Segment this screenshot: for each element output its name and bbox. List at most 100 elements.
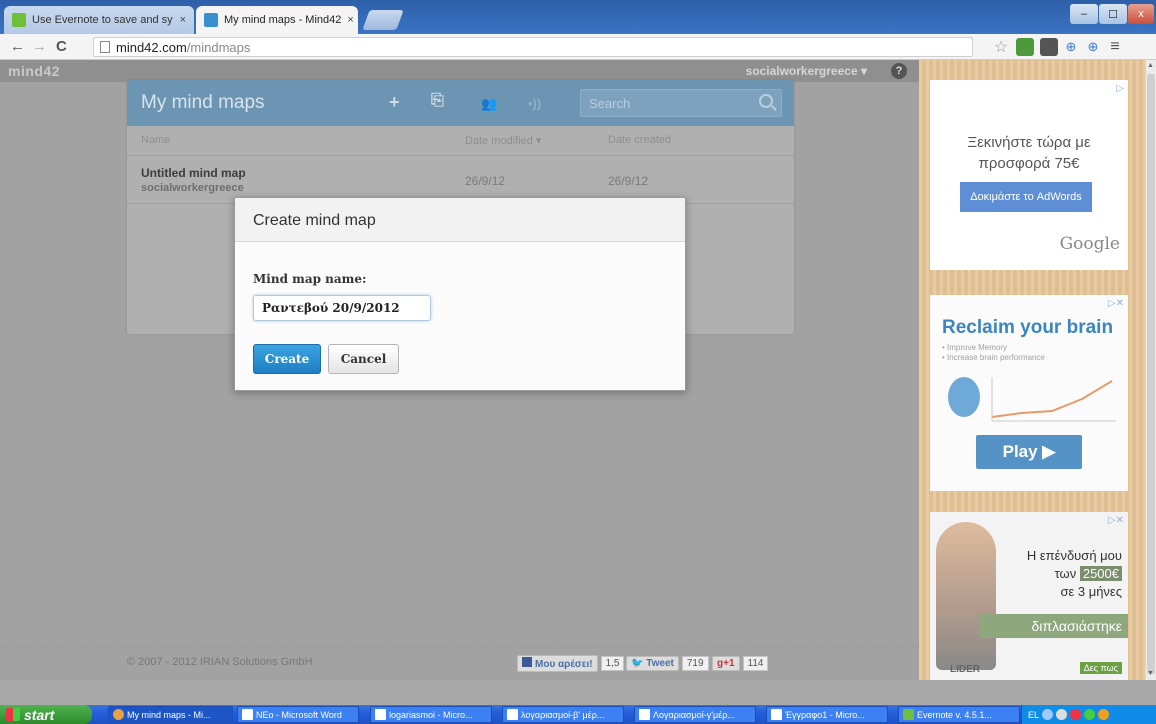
- gplus-button[interactable]: g+1: [712, 655, 740, 671]
- search-icon[interactable]: [759, 94, 773, 108]
- user-menu[interactable]: socialworkergreece ▾: [746, 64, 867, 78]
- address-bar: ← → C mind42.com/mindmaps ☆ ⊕ ⊕ ≡: [0, 34, 1156, 60]
- ad-bullet: • Improve Memory: [942, 343, 1008, 352]
- task-label: Έγγραφο1 - Micro...: [785, 709, 865, 720]
- menu-icon[interactable]: ≡: [1106, 38, 1124, 56]
- word-icon: [771, 709, 782, 720]
- dialog-title: Create mind map: [253, 212, 376, 229]
- try-adwords-button[interactable]: Δοκιμάστε το AdWords: [960, 182, 1092, 212]
- tab-close-icon[interactable]: ×: [180, 14, 186, 26]
- scroll-thumb[interactable]: [1147, 74, 1155, 674]
- gplus-count: 114: [742, 655, 769, 671]
- ad-choices-icon[interactable]: ▷✕: [1108, 515, 1124, 526]
- taskbar-item[interactable]: λογαριασμοί-β' μέρ...: [502, 706, 624, 723]
- chrome-icon: [113, 709, 124, 720]
- maximize-button[interactable]: ☐: [1099, 4, 1127, 24]
- forward-icon[interactable]: →: [32, 38, 47, 55]
- evernote-favicon-icon: [12, 13, 26, 27]
- clipper-extension-icon[interactable]: [1040, 38, 1058, 56]
- facebook-like-button[interactable]: Μου αρέσει!: [517, 654, 598, 672]
- investment-ad[interactable]: ▷✕ Η επένδυσή μου των 2500€ σε 3 μήνες δ…: [930, 512, 1128, 680]
- taskbar-item[interactable]: Evernote v. 4.5.1...: [898, 706, 1020, 723]
- column-headers: Name Date modified ▾ Date created: [127, 126, 794, 156]
- windows-logo-icon: [6, 708, 20, 721]
- like-label: Μου αρέσει!: [535, 658, 593, 670]
- url-field[interactable]: mind42.com/mindmaps: [93, 37, 973, 57]
- mind-map-name-input[interactable]: [253, 295, 431, 321]
- reload-icon[interactable]: C: [56, 38, 67, 55]
- chart-line: [991, 380, 1113, 418]
- language-indicator[interactable]: EL: [1028, 710, 1039, 720]
- word-icon: [242, 709, 253, 720]
- tray-app-icon[interactable]: [1084, 709, 1096, 720]
- bookmark-star-icon[interactable]: ☆: [992, 38, 1010, 56]
- panel-header: My mind maps + ⎘ 👥 •)): [127, 80, 794, 126]
- mind-map-name-label: Mind map name:: [253, 272, 367, 286]
- ad-choices-icon[interactable]: ▷: [1116, 83, 1124, 94]
- map-date-modified: 26/9/12: [465, 174, 506, 188]
- taskbar-item[interactable]: logariasmoi - Micro...: [370, 706, 492, 723]
- taskbar-item[interactable]: NEo - Microsoft Word: [237, 706, 359, 723]
- start-button[interactable]: start: [0, 705, 92, 724]
- help-icon[interactable]: ?: [891, 63, 907, 79]
- tab-evernote[interactable]: Use Evernote to save and sy ×: [4, 6, 194, 34]
- tray-app-icon[interactable]: [1098, 709, 1110, 720]
- facebook-icon: [522, 656, 532, 667]
- back-icon[interactable]: ←: [10, 38, 25, 55]
- share-icon[interactable]: 👥: [481, 96, 497, 112]
- cancel-button[interactable]: Cancel: [328, 344, 399, 374]
- copyright-text: © 2007 - 2012 IRIAN Solutions GmbH: [127, 656, 313, 668]
- column-date-modified[interactable]: Date modified ▾: [465, 134, 541, 147]
- tweet-widget[interactable]: 🐦 Tweet 719: [626, 654, 709, 672]
- play-button[interactable]: Play ▶: [976, 435, 1082, 469]
- tab-label: Use Evernote to save and sy: [32, 14, 173, 26]
- ad-bullet: • Increase brain performance: [942, 353, 1045, 362]
- facebook-like-widget[interactable]: Μου αρέσει! 1,5: [517, 654, 625, 672]
- word-icon: [375, 709, 386, 720]
- tab-mind42[interactable]: My mind maps - Mind42 ×: [196, 6, 358, 34]
- import-icon[interactable]: ⎘: [431, 92, 444, 110]
- page-icon: [100, 41, 110, 53]
- lider-logo: LIDER: [950, 664, 980, 675]
- brain-game-ad[interactable]: ▷✕ Reclaim your brain • Improve Memory •…: [930, 295, 1128, 491]
- close-window-button[interactable]: x: [1128, 4, 1154, 24]
- scroll-up-icon[interactable]: ▲: [1147, 62, 1154, 69]
- evernote-extension-icon[interactable]: [1016, 38, 1034, 56]
- broadcast-icon[interactable]: •)): [528, 96, 541, 111]
- tab-close-icon[interactable]: ×: [347, 14, 353, 26]
- network-icon[interactable]: [1042, 709, 1054, 720]
- adwords-ad[interactable]: ▷ Ξεκινήστε τώρα με προσφορά 75€ Δοκιμάσ…: [930, 80, 1128, 270]
- mind42-logo[interactable]: mind42: [8, 63, 60, 79]
- scroll-down-icon[interactable]: ▼: [1147, 670, 1154, 677]
- taskbar-item[interactable]: Έγγραφο1 - Micro...: [766, 706, 888, 723]
- volume-icon[interactable]: [1056, 709, 1068, 720]
- tweet-button[interactable]: 🐦 Tweet: [626, 655, 679, 671]
- evernote-icon: [903, 709, 914, 720]
- plus-icon[interactable]: +: [389, 92, 400, 113]
- taskbar-item[interactable]: My mind maps - Mi...: [108, 706, 233, 723]
- ad-band: διπλασιάστηκε: [980, 614, 1128, 638]
- vertical-scrollbar[interactable]: ▲ ▼: [1145, 60, 1156, 680]
- column-name[interactable]: Name: [141, 134, 170, 146]
- extension-icon[interactable]: ⊕: [1084, 38, 1102, 56]
- tab-label: My mind maps - Mind42: [224, 14, 342, 26]
- map-name[interactable]: Untitled mind map: [141, 166, 246, 180]
- ad-choices-icon[interactable]: ▷✕: [1108, 298, 1124, 309]
- extension-icon[interactable]: ⊕: [1062, 38, 1080, 56]
- ad-line: Η επένδυσή μου: [1026, 548, 1122, 563]
- see-how-button[interactable]: Δες πως: [1079, 662, 1122, 674]
- dialog-header: Create mind map: [235, 198, 685, 242]
- taskbar-item[interactable]: Λογαριασμοί-γ'μέρ...: [634, 706, 756, 723]
- gplus-widget[interactable]: g+1 114: [712, 654, 769, 672]
- ad-line: των 2500€: [1055, 566, 1122, 581]
- new-tab-button[interactable]: [362, 10, 404, 30]
- word-icon: [507, 709, 518, 720]
- create-button[interactable]: Create: [253, 344, 321, 374]
- minimize-button[interactable]: –: [1070, 4, 1098, 24]
- search-input[interactable]: [581, 90, 781, 116]
- column-date-created[interactable]: Date created: [608, 134, 671, 146]
- tray-app-icon[interactable]: [1070, 709, 1082, 720]
- create-mind-map-dialog: Create mind map Mind map name: Create Ca…: [234, 197, 686, 391]
- task-label: Evernote v. 4.5.1...: [917, 709, 992, 720]
- browser-tab-strip: Use Evernote to save and sy × My mind ma…: [0, 0, 1156, 34]
